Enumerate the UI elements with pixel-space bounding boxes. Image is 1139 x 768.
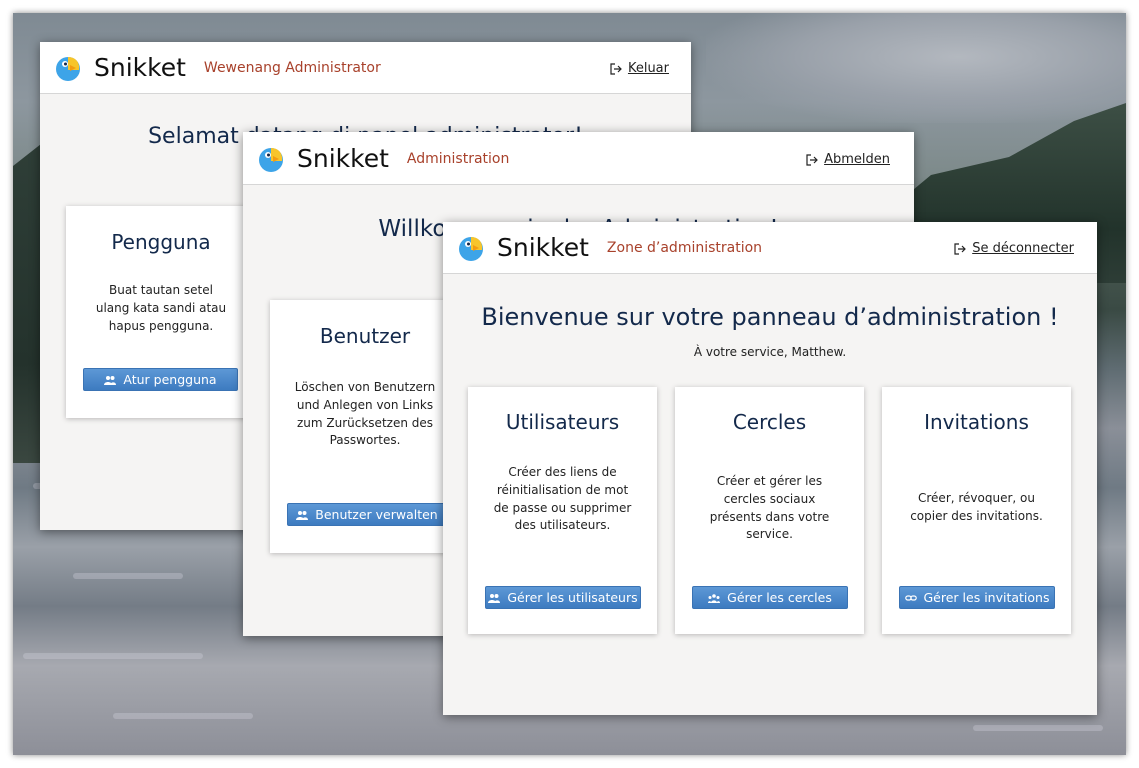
brand[interactable]: Snikket Administration (257, 144, 509, 173)
manage-users-button[interactable]: Gérer les utilisateurs (485, 586, 641, 609)
button-label: Gérer les utilisateurs (507, 590, 638, 605)
card-circles: Cercles Créer et gérer les cercles socia… (675, 387, 864, 634)
admin-window-french: Snikket Zone d’administration Se déconne… (443, 222, 1097, 715)
zone-label: Zone d’administration (606, 239, 763, 256)
card-title: Benutzer (319, 324, 411, 348)
card-description: Löschen von Benutzern und Anlegen von Li… (294, 380, 436, 448)
card-title: Utilisateurs (505, 410, 620, 434)
users-icon (488, 593, 501, 603)
clouds (706, 13, 1126, 123)
card-description: Créer, révoquer, ou copier des invitatio… (910, 491, 1043, 523)
logout-icon (954, 242, 967, 255)
logout-label: Se déconnecter (972, 241, 1074, 256)
water-ripple (23, 653, 203, 659)
button-label: Gérer les cercles (727, 590, 832, 605)
manage-circles-button[interactable]: Gérer les cercles (692, 586, 848, 609)
card-invitations: Invitations Créer, révoquer, ou copier d… (882, 387, 1071, 634)
snikket-parrot-icon (56, 56, 80, 81)
top-bar: Snikket Wewenang Administrator Keluar (40, 42, 691, 94)
users-icon (296, 510, 309, 520)
button-label: Atur pengguna (123, 372, 217, 387)
card-title: Cercles (732, 410, 807, 434)
card-users: Utilisateurs Créer des liens de réinitia… (468, 387, 657, 634)
water-ripple (113, 713, 253, 719)
app-name: Snikket (497, 233, 589, 262)
logout-icon (610, 62, 622, 75)
logout-link[interactable]: Se déconnecter (954, 241, 1074, 256)
logout-icon (806, 153, 818, 166)
greeting-subtitle: À votre service, Matthew. (693, 345, 847, 359)
manage-users-button[interactable]: Atur pengguna (83, 368, 238, 391)
top-bar: Snikket Zone d’administration Se déconne… (443, 222, 1097, 274)
card-description: Buat tautan setel ulang kata sandi atau … (95, 283, 227, 333)
card-title: Invitations (924, 410, 1029, 434)
circles-icon (708, 593, 721, 603)
logout-link[interactable]: Keluar (610, 61, 669, 76)
manage-invitations-button[interactable]: Gérer les invitations (899, 586, 1055, 609)
button-label: Gérer les invitations (923, 590, 1050, 605)
card-users: Pengguna Buat tautan setel ulang kata sa… (66, 206, 256, 418)
manage-users-button[interactable]: Benutzer verwalten (287, 503, 447, 526)
welcome-heading: Bienvenue sur votre panneau d’administra… (481, 303, 1059, 331)
snikket-parrot-icon (459, 236, 483, 261)
button-label: Benutzer verwalten (315, 507, 438, 522)
zone-label: Administration (406, 150, 510, 167)
top-bar: Snikket Administration Abmelden (243, 132, 914, 185)
water-ripple (73, 573, 183, 579)
logout-link[interactable]: Abmelden (806, 152, 890, 167)
card-description: Créer des liens de réinitialisation de m… (493, 465, 632, 533)
water-ripple (973, 725, 1103, 731)
app-name: Snikket (297, 144, 389, 173)
zone-label: Wewenang Administrator (203, 59, 381, 76)
app-name: Snikket (94, 53, 186, 82)
card-description: Créer et gérer les cercles sociaux prése… (709, 474, 830, 542)
brand[interactable]: Snikket Wewenang Administrator (54, 53, 381, 82)
snikket-parrot-icon (259, 147, 283, 172)
users-icon (104, 375, 117, 385)
card-title: Pengguna (111, 230, 211, 254)
brand[interactable]: Snikket Zone d’administration (457, 233, 762, 262)
logout-label: Keluar (627, 61, 669, 76)
logout-label: Abmelden (824, 152, 890, 167)
card-users: Benutzer Löschen von Benutzern und Anleg… (270, 300, 460, 553)
link-icon (904, 594, 917, 601)
